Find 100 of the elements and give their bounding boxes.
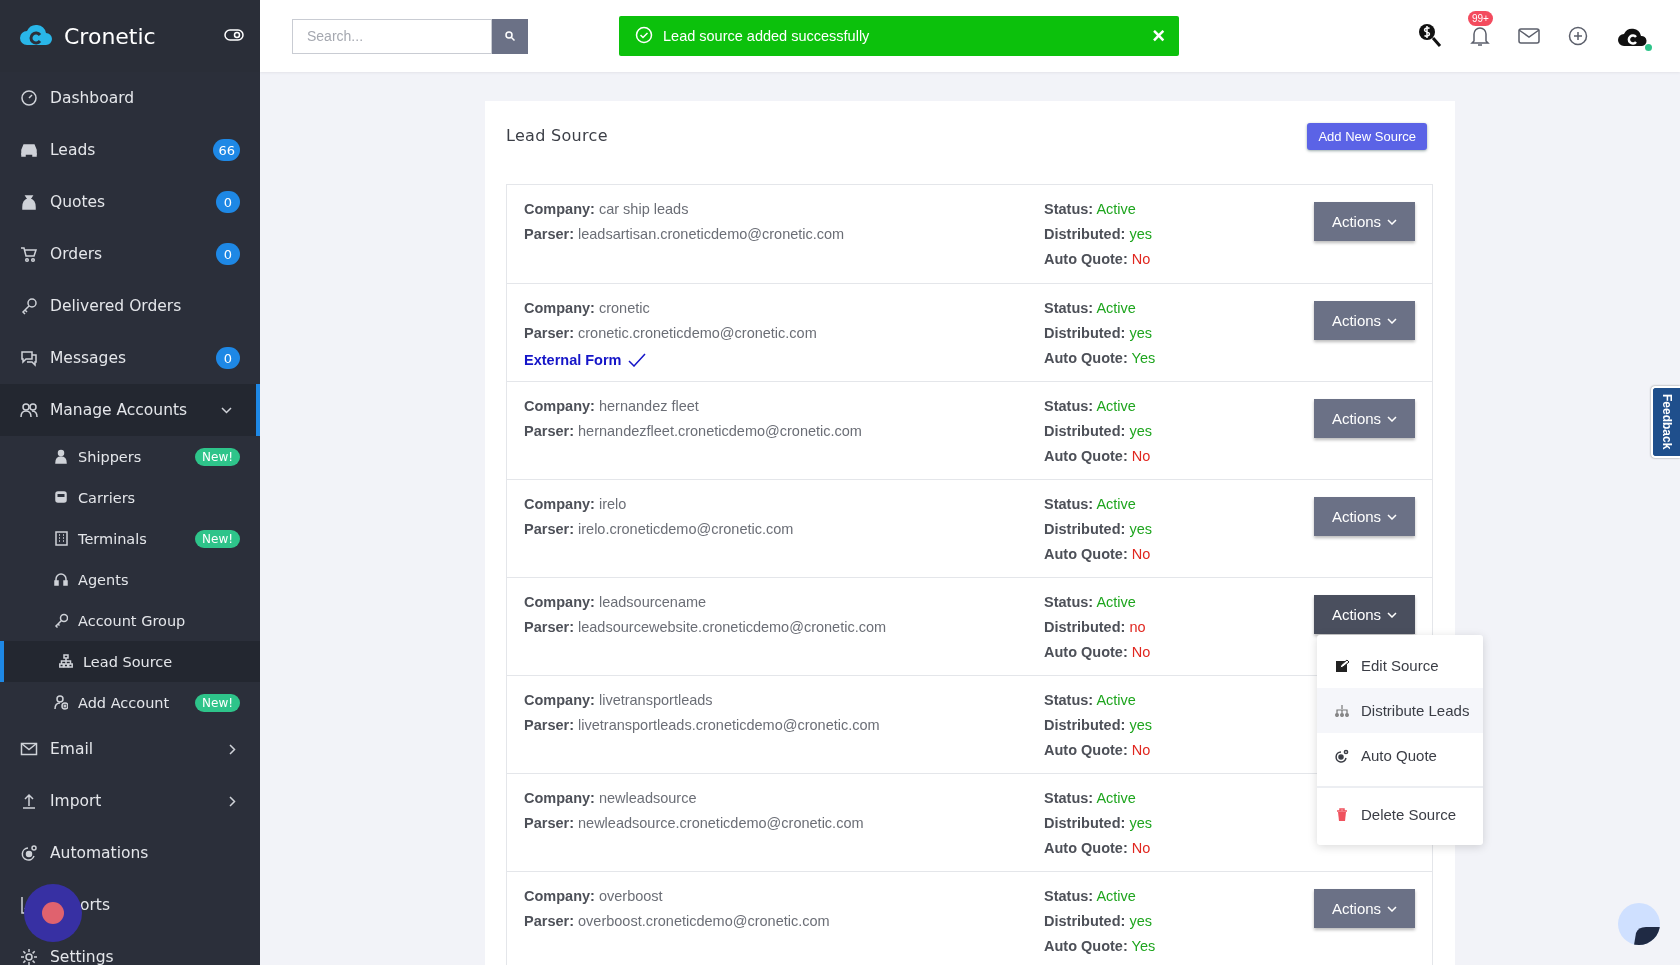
field-text: Distributed: yes xyxy=(1044,325,1152,343)
count-badge: 0 xyxy=(216,243,240,265)
external-form-link[interactable]: External Form xyxy=(524,350,1044,369)
menu-item[interactable]: Distribute Leads xyxy=(1317,688,1483,733)
sidebar-item[interactable]: Dashboard xyxy=(0,72,260,124)
trash-icon xyxy=(1335,807,1349,822)
field-text: Company: hernandez fleet xyxy=(524,398,700,416)
notification-badge: 99+ xyxy=(1468,11,1493,26)
field-text: Distributed: yes xyxy=(1044,815,1152,833)
gauge-icon xyxy=(20,89,38,107)
edit-icon xyxy=(1335,658,1349,673)
dollar-search-icon xyxy=(1418,23,1442,49)
actions-button[interactable]: Actions xyxy=(1314,399,1415,438)
actions-button[interactable]: Actions xyxy=(1314,889,1415,928)
card-title: Lead Source xyxy=(506,125,608,145)
sidebar-item[interactable]: Quotes 0 xyxy=(0,176,260,228)
field-text: Status: Active xyxy=(1044,888,1136,906)
field-text: Distributed: yes xyxy=(1044,521,1152,539)
search-field[interactable]: Search... xyxy=(292,18,492,54)
sidebar-subitem[interactable]: Add Account New! xyxy=(0,682,260,723)
chevron-down-icon xyxy=(1387,905,1398,912)
gear-icon xyxy=(20,948,38,965)
count-badge: 66 xyxy=(213,139,240,161)
field-text: Status: Active xyxy=(1044,201,1136,219)
menu-item[interactable]: Edit Source xyxy=(1317,643,1483,688)
chat-launcher-icon[interactable] xyxy=(1618,903,1660,945)
chevron-down-icon xyxy=(1387,317,1398,324)
chevron-down-icon xyxy=(1387,218,1398,225)
automation-icon xyxy=(20,844,38,862)
sidebar-item[interactable]: Messages 0 xyxy=(0,332,260,384)
actions-button[interactable]: Actions xyxy=(1314,301,1415,340)
sidebar-item[interactable]: Leads 66 xyxy=(0,124,260,176)
field-text: Auto Quote: No xyxy=(1044,840,1151,858)
bus-icon xyxy=(54,490,70,505)
cart-icon xyxy=(20,245,38,263)
field-text: Company: irelo xyxy=(524,496,628,514)
feedback-tab[interactable]: Feedback xyxy=(1651,386,1680,458)
field-text: Parser: overboost.croneticdemo@cronetic.com xyxy=(524,913,831,931)
sidebar-subitem[interactable]: Agents xyxy=(0,559,260,600)
new-badge: New! xyxy=(195,693,240,712)
field-text: Company: newleadsource xyxy=(524,790,698,808)
mail-icon xyxy=(1518,28,1540,44)
users-icon xyxy=(20,401,38,419)
field-text: Auto Quote: Yes xyxy=(1044,350,1156,368)
actions-button[interactable]: Actions xyxy=(1314,595,1415,634)
field-text: Status: Active xyxy=(1044,496,1136,514)
field-text: Parser: leadsourcewebsite.croneticdemo@cronetic.com xyxy=(524,619,888,637)
actions-button[interactable]: Actions xyxy=(1314,497,1415,536)
sidebar-item[interactable]: Automations xyxy=(0,827,260,879)
field-text: Parser: livetransportleads.croneticdemo@cronetic.com xyxy=(524,717,881,735)
sidebar-subitem[interactable]: Account Group xyxy=(0,600,260,641)
sidebar-item[interactable]: Orders 0 xyxy=(0,228,260,280)
chat-icon xyxy=(20,349,38,367)
sidebar-item[interactable]: Settings xyxy=(0,931,260,965)
chevron-down-icon xyxy=(1387,611,1398,618)
chevron-down-icon xyxy=(221,406,232,414)
sitemap-icon xyxy=(59,654,75,669)
person-icon xyxy=(54,449,70,464)
brand-name: Cronetic xyxy=(64,23,157,49)
sitemap-icon xyxy=(1335,703,1349,718)
menu-item[interactable]: Delete Source xyxy=(1317,792,1483,837)
key-icon xyxy=(20,297,38,315)
sidebar-item[interactable]: Delivered Orders xyxy=(0,280,260,332)
chevron-down-icon xyxy=(1387,415,1398,422)
field-text: Parser: leadsartisan.croneticdemo@cronetic.com xyxy=(524,226,846,244)
field-text: Parser: newleadsource.croneticdemo@cronetic.com xyxy=(524,815,865,833)
search-icon xyxy=(505,28,515,44)
sidebar-item[interactable]: Import xyxy=(0,775,260,827)
field-text: Auto Quote: No xyxy=(1044,742,1151,760)
car-icon xyxy=(20,141,38,159)
new-badge: New! xyxy=(195,447,240,466)
field-text: Company: car ship leads xyxy=(524,201,690,219)
sidebar-subitem[interactable]: Shippers New! xyxy=(0,436,260,477)
sidebar-item[interactable]: Manage Accounts xyxy=(0,384,260,436)
sidebar-subitem[interactable]: Terminals New! xyxy=(0,518,260,559)
field-text: Status: Active xyxy=(1044,594,1136,612)
sidebar-subitem[interactable]: Lead Source xyxy=(0,641,260,682)
search-button[interactable] xyxy=(492,18,528,54)
actions-button[interactable]: Actions xyxy=(1314,202,1415,241)
sidebar-subitem[interactable]: Carriers xyxy=(0,477,260,518)
money-bag-icon xyxy=(20,193,38,211)
field-text: Parser: cronetic.croneticdemo@cronetic.com xyxy=(524,325,818,343)
field-text: Auto Quote: No xyxy=(1044,546,1151,564)
count-badge: 0 xyxy=(216,191,240,213)
menu-item[interactable]: Auto Quote xyxy=(1317,733,1483,778)
field-text: Company: leadsourcename xyxy=(524,594,708,612)
building-icon xyxy=(54,531,70,546)
field-text: Auto Quote: No xyxy=(1044,644,1151,662)
upload-icon xyxy=(20,792,38,810)
toast-message: Lead source added successfully xyxy=(663,28,871,44)
field-text: Distributed: yes xyxy=(1044,717,1152,735)
field-text: Company: cronetic xyxy=(524,300,651,318)
new-badge: New! xyxy=(195,529,240,548)
field-text: Parser: hernandezfleet.croneticdemo@cronetic.com xyxy=(524,423,863,441)
field-text: Parser: irelo.croneticdemo@cronetic.com xyxy=(524,521,795,539)
chevron-down-icon xyxy=(1387,513,1398,520)
sidebar-item[interactable]: Email xyxy=(0,723,260,775)
key-icon xyxy=(54,613,70,628)
add-source-button[interactable]: Add New Source xyxy=(1307,123,1427,150)
headset-icon xyxy=(54,572,70,587)
